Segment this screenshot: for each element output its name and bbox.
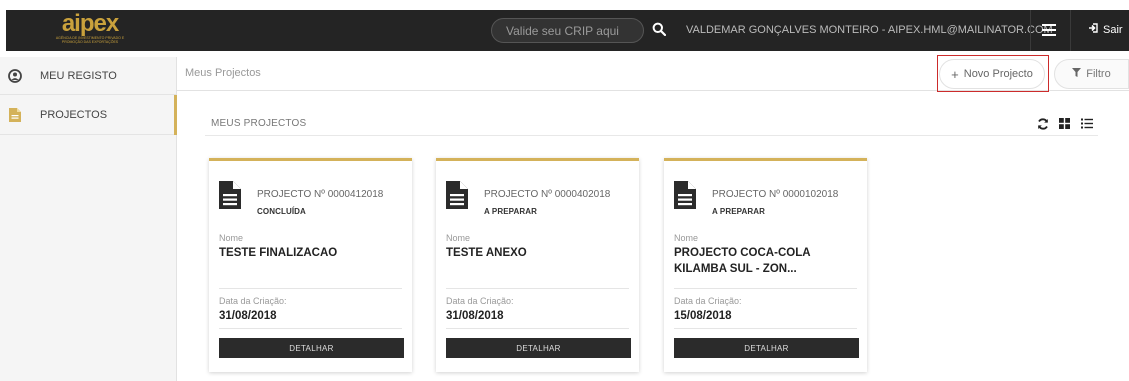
date-label: Data da Criação: [446,296,514,306]
refresh-icon[interactable] [1036,117,1049,130]
divider [1070,10,1071,51]
logo-subtitle: AGÊNCIA DE INVESTIMENTO PRIVADO E PROMOÇ… [55,36,125,44]
detail-button[interactable]: DETALHAR [674,338,859,358]
project-card: PROJECTO Nº 0000412018 CONCLUÍDA Nome TE… [209,158,412,372]
logout-label: Sair [1103,23,1123,36]
breadcrumb: Meus Projectos [185,67,261,79]
sidebar-item-projectos[interactable]: PROJECTOS [0,95,177,135]
search-icon[interactable] [652,22,667,37]
divider [446,288,629,289]
detail-button[interactable]: DETALHAR [446,338,631,358]
view-toggle [1036,117,1093,130]
project-number: PROJECTO Nº 0000102018 [712,189,839,200]
logout-icon [1088,23,1098,36]
new-project-button[interactable]: + Novo Projecto [939,59,1045,89]
divider [446,328,629,329]
section-title: MEUS PROJECTOS [211,118,307,129]
project-name: PROJECTO COCA-COLA KILAMBA SUL - ZON... [674,247,811,275]
divider [1030,10,1031,51]
crip-input[interactable] [491,18,644,43]
page-header: Meus Projectos + Novo Projecto Filtro [177,55,1129,92]
date-label: Data da Criação: [219,296,287,306]
list-view-icon[interactable] [1080,117,1093,130]
new-project-label: Novo Projecto [963,68,1033,80]
top-bar-inner: aipex AGÊNCIA DE INVESTIMENTO PRIVADO E … [6,10,1129,51]
project-name: TESTE FINALIZACAO [219,247,338,259]
filter-button[interactable]: Filtro [1054,59,1129,89]
divider [674,328,857,329]
status-badge: A PREPARAR [484,207,538,216]
user-circle-icon [8,68,22,83]
document-icon [446,181,468,209]
filter-label: Filtro [1086,68,1111,80]
hamburger-menu-icon[interactable] [1042,24,1056,36]
divider [674,288,857,289]
creation-date: 31/08/2018 [219,310,277,322]
plus-icon: + [951,66,959,82]
logo[interactable]: aipex AGÊNCIA DE INVESTIMENTO PRIVADO E … [46,12,134,48]
sidebar-item-label: MEU REGISTO [40,69,117,82]
sidebar-item-label: PROJECTOS [40,108,108,121]
status-badge: CONCLUÍDA [257,207,306,216]
user-email: VALDEMAR GONÇALVES MONTEIRO - AIPEX.HML@… [686,24,1053,36]
top-bar: aipex AGÊNCIA DE INVESTIMENTO PRIVADO E … [0,0,1129,57]
grid-view-icon[interactable] [1058,117,1071,130]
detail-button[interactable]: DETALHAR [219,338,404,358]
logo-text: aipex [61,10,119,37]
project-name: TESTE ANEXO [446,247,527,259]
divider [219,328,402,329]
sidebar: MEU REGISTO PROJECTOS [0,57,177,381]
filter-icon [1072,68,1082,80]
name-label: Nome [674,233,699,243]
document-icon [219,181,241,209]
name-label: Nome [446,233,471,243]
project-card: PROJECTO Nº 0000402018 A PREPARAR Nome T… [436,158,639,372]
document-icon [8,107,22,122]
logout-button[interactable]: Sair [1088,23,1123,36]
project-number: PROJECTO Nº 0000402018 [484,189,611,200]
project-card: PROJECTO Nº 0000102018 A PREPARAR Nome P… [664,158,867,372]
sidebar-item-meu-registo[interactable]: MEU REGISTO [0,57,176,95]
status-badge: A PREPARAR [712,207,766,216]
creation-date: 31/08/2018 [446,310,504,322]
divider [205,135,1098,136]
divider [219,288,402,289]
creation-date: 15/08/2018 [674,310,732,322]
document-icon [674,181,696,209]
date-label: Data da Criação: [674,296,742,306]
project-number: PROJECTO Nº 0000412018 [257,189,384,200]
name-label: Nome [219,233,244,243]
